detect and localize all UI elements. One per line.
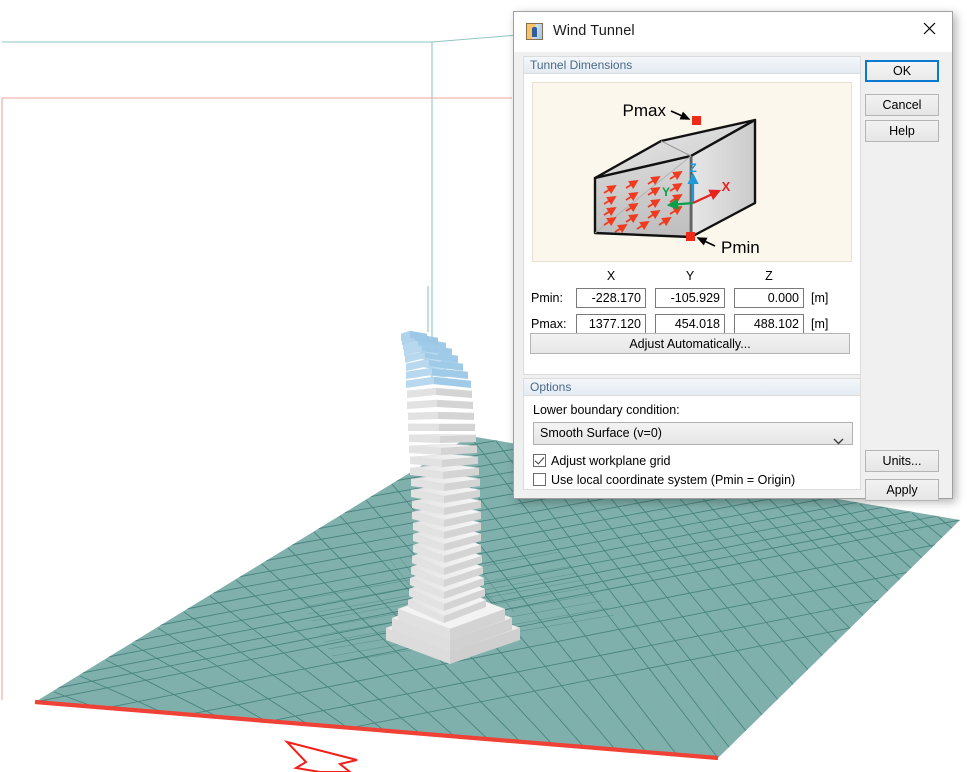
cancel-button[interactable]: Cancel [865,94,939,116]
pmax-leader [670,110,691,120]
wind-tunnel-app-icon [526,23,543,40]
pmin-x-input[interactable] [576,288,646,308]
lower-boundary-condition-select[interactable]: Smooth Surface (v=0) [533,422,853,445]
tunnel-diagram: Z Y X Pmax Pmin [532,82,852,262]
pmin-unit-label: [m] [811,291,829,305]
pmax-z-input[interactable] [734,314,804,334]
pmax-marker [692,116,701,125]
options-header: Options [524,379,860,396]
column-header-z: Z [765,269,773,283]
pmin-marker [686,232,695,241]
adjust-automatically-button[interactable]: Adjust Automatically... [530,333,850,354]
wind-direction-arrow [283,740,358,772]
close-icon[interactable] [906,12,952,44]
checkbox-box-local-cs [533,473,546,486]
wind-tunnel-dialog: Wind Tunnel Tunnel Dimensions Z Y X Pmax… [513,11,953,501]
pmin-leader [696,237,716,247]
adjust-workplane-grid-label: Adjust workplane grid [551,454,671,468]
chevron-down-icon [833,431,844,452]
pmax-y-input[interactable] [655,314,725,334]
bbox-wireframe-teal [2,26,581,380]
lower-boundary-condition-label: Lower boundary condition: [533,403,680,417]
pmax-label: Pmax [623,101,667,120]
lower-boundary-condition-value: Smooth Surface (v=0) [540,426,662,440]
tower-crown [400,330,472,388]
axis-y-label: Y [662,185,670,199]
units-button[interactable]: Units... [865,450,939,472]
row-label-pmax: Pmax: [531,317,567,331]
tunnel-dimensions-group: Tunnel Dimensions Z Y X Pmax Pmin X Y Z … [523,56,861,375]
help-button[interactable]: Help [865,120,939,142]
use-local-coordinate-system-label: Use local coordinate system (Pmin = Orig… [551,473,796,487]
options-group: Options Lower boundary condition: Smooth… [523,378,861,490]
dialog-title: Wind Tunnel [553,23,635,39]
column-header-x: X [606,269,616,283]
pmax-unit-label: [m] [811,317,829,331]
row-label-pmin: Pmin: [531,291,563,305]
tower-shaft [406,387,487,623]
tunnel-dimensions-header: Tunnel Dimensions [524,57,860,74]
dialog-titlebar[interactable]: Wind Tunnel [514,12,952,52]
pmin-z-input[interactable] [734,288,804,308]
apply-button[interactable]: Apply [865,479,939,501]
pmin-y-input[interactable] [655,288,725,308]
axis-x-label: X [722,179,731,194]
use-local-coordinate-system-checkbox[interactable]: Use local coordinate system (Pmin = Orig… [533,472,795,488]
axis-z-label: Z [689,161,696,175]
pmin-label: Pmin [721,238,760,257]
checkbox-box-workplane [533,454,546,467]
pmax-x-input[interactable] [576,314,646,334]
column-header-y: Y [685,269,695,283]
adjust-workplane-grid-checkbox[interactable]: Adjust workplane grid [533,453,671,469]
app-root: Wind Tunnel Tunnel Dimensions Z Y X Pmax… [0,0,967,772]
ok-button[interactable]: OK [865,60,939,82]
